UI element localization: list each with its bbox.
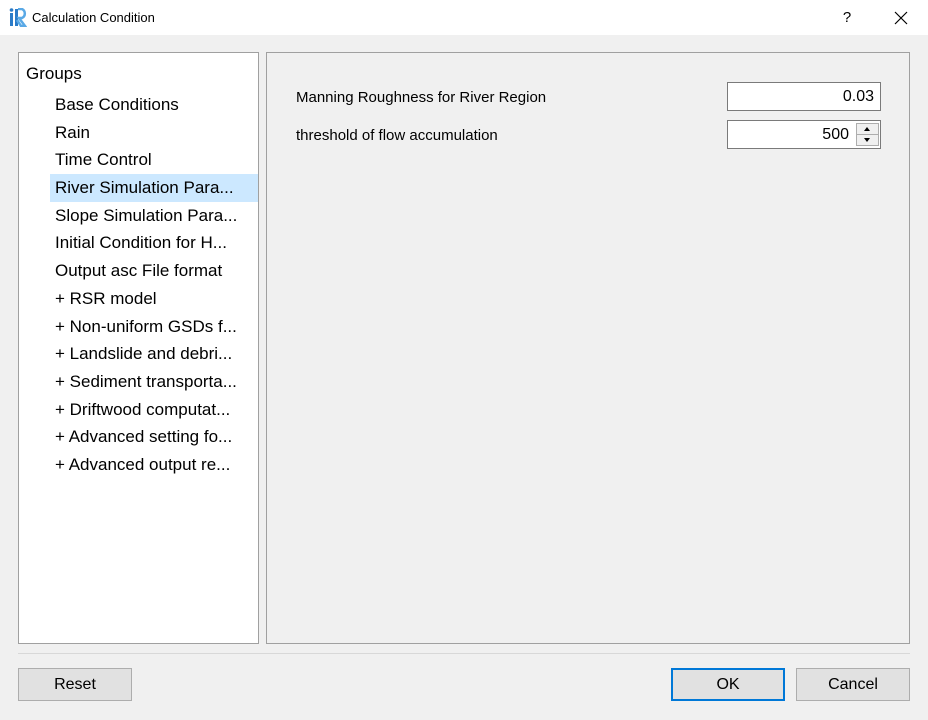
group-item[interactable]: Initial Condition for H... bbox=[50, 229, 258, 257]
footer-separator bbox=[18, 653, 910, 654]
spin-buttons bbox=[856, 123, 879, 146]
parameters-panel: Manning Roughness for River Region 0.03 … bbox=[266, 52, 910, 644]
group-item[interactable]: Output asc File format bbox=[50, 257, 258, 285]
group-item[interactable]: + Advanced setting fo... bbox=[50, 423, 258, 451]
manning-roughness-input[interactable]: 0.03 bbox=[727, 82, 881, 111]
ok-button[interactable]: OK bbox=[671, 668, 785, 701]
group-item[interactable]: Base Conditions bbox=[50, 91, 258, 119]
reset-button[interactable]: Reset bbox=[18, 668, 132, 701]
group-item[interactable]: + Landslide and debri... bbox=[50, 340, 258, 368]
flow-accumulation-spinbox[interactable]: 500 bbox=[727, 120, 881, 149]
group-item[interactable]: + Advanced output re... bbox=[50, 451, 258, 479]
group-item[interactable]: River Simulation Para... bbox=[50, 174, 258, 202]
spin-down-button[interactable] bbox=[857, 135, 878, 146]
group-item[interactable]: Time Control bbox=[50, 146, 258, 174]
group-item[interactable]: + Sediment transporta... bbox=[50, 368, 258, 396]
group-item[interactable]: + RSR model bbox=[50, 285, 258, 313]
close-button[interactable] bbox=[886, 0, 916, 35]
group-item[interactable]: Slope Simulation Para... bbox=[50, 202, 258, 230]
flow-accumulation-label: threshold of flow accumulation bbox=[296, 127, 498, 144]
cancel-button[interactable]: Cancel bbox=[796, 668, 910, 701]
spin-up-button[interactable] bbox=[857, 124, 878, 135]
title-bar: Calculation Condition ? bbox=[0, 0, 928, 35]
help-button[interactable]: ? bbox=[832, 0, 862, 35]
manning-roughness-label: Manning Roughness for River Region bbox=[296, 89, 547, 106]
group-item[interactable]: + Driftwood computat... bbox=[50, 396, 258, 424]
iric-app-icon bbox=[9, 7, 28, 28]
flow-accumulation-value: 500 bbox=[822, 126, 849, 143]
close-icon bbox=[894, 11, 908, 25]
window-title: Calculation Condition bbox=[32, 10, 155, 25]
groups-header: Groups bbox=[26, 64, 82, 83]
groups-list: Base Conditions Rain Time Control River Sim… bbox=[50, 91, 258, 479]
groups-tree[interactable]: Groups Base Conditions Rain Time Control Ri… bbox=[18, 52, 259, 644]
group-item[interactable]: + Non-uniform GSDs f... bbox=[50, 313, 258, 341]
group-item[interactable]: Rain bbox=[50, 119, 258, 147]
